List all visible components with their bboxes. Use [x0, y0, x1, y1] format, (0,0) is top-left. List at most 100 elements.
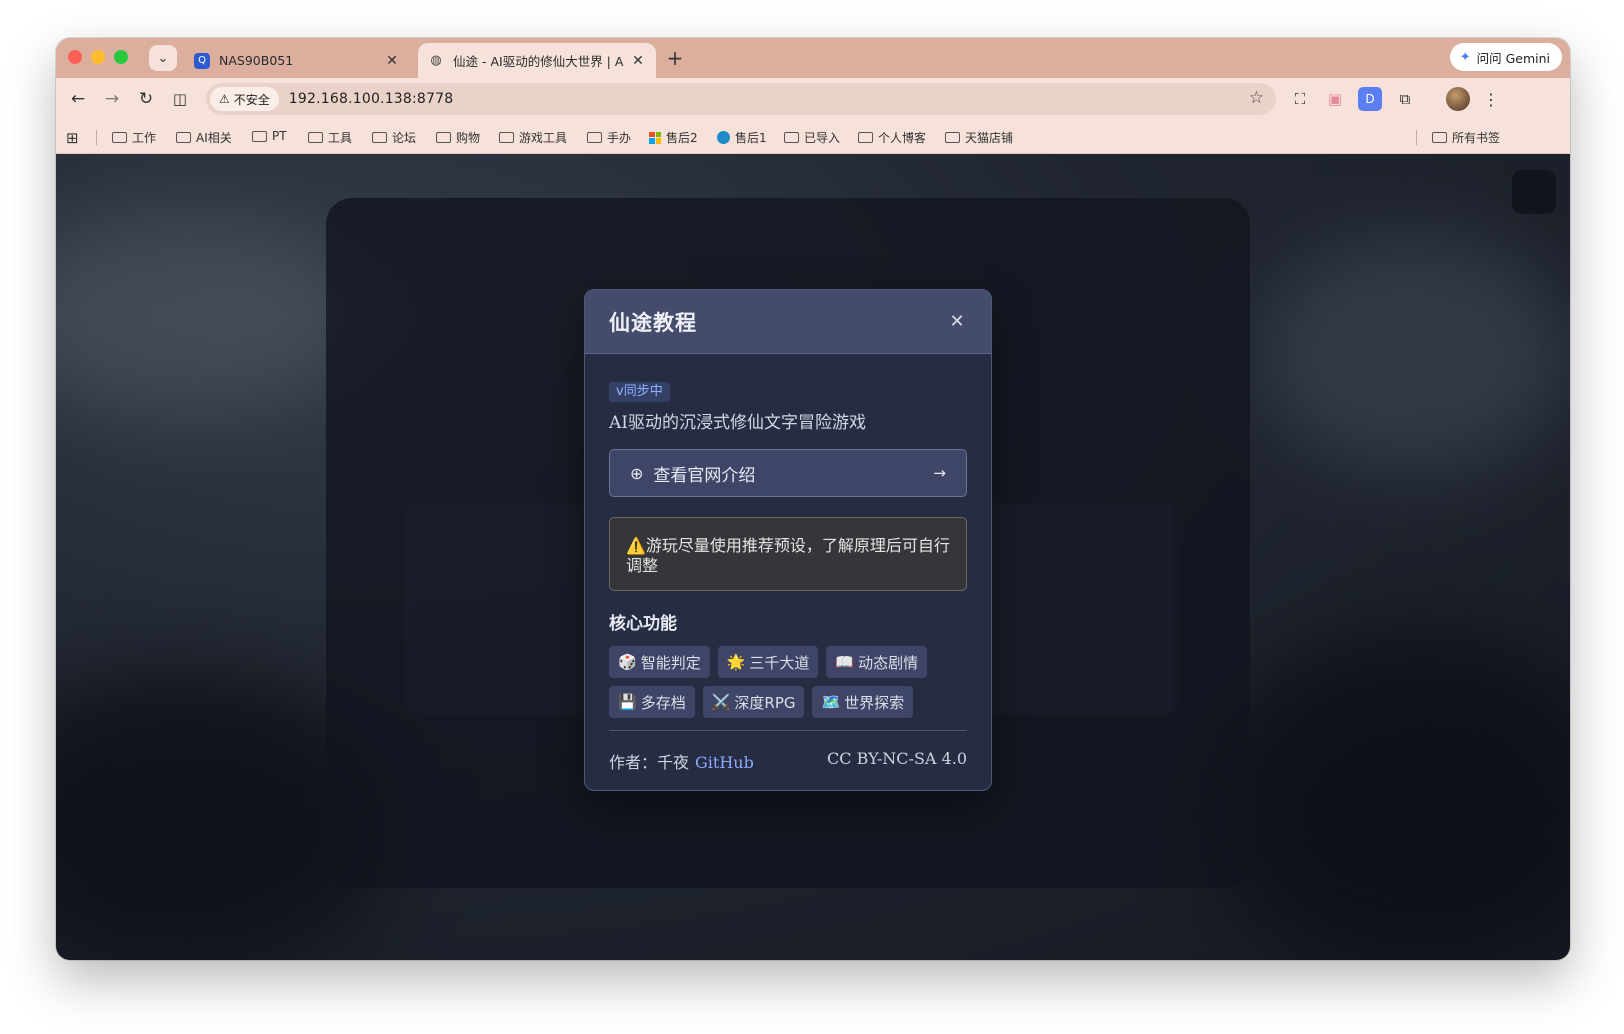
bookmark-folder-game-tools[interactable]: 游戏工具 — [499, 129, 567, 146]
gemini-label: 问问 Gemini — [1476, 50, 1550, 66]
floppy-disk-icon: 💾 — [618, 693, 637, 711]
feature-chip: 📖 动态剧情 — [826, 646, 928, 678]
bookmark-separator — [1416, 130, 1417, 145]
bookmark-label: 游戏工具 — [519, 131, 568, 145]
browser-window: ⌄ Q NAS90B051 ✕ ◍ 仙途 - AI驱动的修仙大世界 | AI ✕… — [56, 38, 1570, 960]
bookmark-label: 天猫店铺 — [965, 131, 1014, 145]
feature-chip: 🌟 三千大道 — [717, 646, 819, 678]
apps-grid-icon[interactable]: ⊞ — [66, 129, 79, 147]
core-features-title: 核心功能 — [609, 614, 677, 634]
feature-label: 三千大道 — [749, 653, 810, 672]
bilibili-extension-icon[interactable]: ▣ — [1323, 87, 1347, 111]
feature-label: 世界探索 — [844, 693, 905, 712]
feature-chips: 🎲 智能判定 🌟 三千大道 📖 动态剧情 💾 多存档 ⚔️ 深度RPG 🗺️ 世… — [609, 646, 949, 718]
bookmark-folder-ai[interactable]: AI相关 — [176, 129, 232, 146]
new-tab-plus-icon[interactable]: + — [663, 46, 687, 70]
arrow-right-icon: → — [933, 464, 946, 482]
minimize-window-button[interactable] — [91, 50, 105, 64]
modal-body: v同步中 AI驱动的沉浸式修仙文字冒险游戏 ⊕ 查看官网介绍 → ⚠️游玩尽量使… — [585, 354, 991, 718]
microsoft-icon — [649, 131, 661, 144]
site-icon — [717, 131, 730, 144]
bookmark-label: 已导入 — [804, 131, 841, 145]
bookmark-aftersale-2[interactable]: 售后2 — [649, 129, 698, 146]
bookmark-folder-blog[interactable]: 个人博客 — [858, 129, 926, 146]
blue-extension-icon[interactable]: D — [1358, 87, 1382, 111]
extensions-puzzle-icon[interactable]: ⧉ — [1393, 87, 1417, 111]
crossed-swords-icon: ⚔️ — [711, 693, 731, 711]
nas-icon: Q — [194, 52, 210, 69]
screenshot-extension-icon[interactable]: ⛶ — [1288, 87, 1312, 111]
folder-icon — [499, 132, 514, 143]
bookmark-folder-imported[interactable]: 已导入 — [784, 129, 840, 146]
tab-search-chevron-icon[interactable]: ⌄ — [149, 45, 177, 71]
folder-icon — [587, 132, 602, 143]
security-chip[interactable]: ⚠ 不安全 — [210, 87, 279, 111]
split-view-icon[interactable]: ◫ — [168, 87, 192, 111]
folder-icon — [308, 132, 323, 143]
warning-text: 游玩尽量使用推荐预设，了解原理后可自行调整 — [626, 536, 950, 575]
bookmark-label: 购物 — [456, 131, 481, 145]
gemini-button[interactable]: ✦ 问问 Gemini — [1449, 43, 1562, 71]
tab-strip: ⌄ Q NAS90B051 ✕ ◍ 仙途 - AI驱动的修仙大世界 | AI ✕… — [56, 38, 1570, 78]
profile-avatar[interactable] — [1446, 87, 1470, 111]
bookmark-label: 手办 — [607, 131, 632, 145]
close-icon[interactable]: ✕ — [630, 53, 646, 69]
bookmark-aftersale-1[interactable]: 售后1 — [717, 129, 767, 146]
folder-icon — [436, 132, 451, 143]
zoom-window-button[interactable] — [114, 50, 128, 64]
toolbar: ← → ↻ ◫ ⚠ 不安全 192.168.100.138:8778 ☆ ⛶ ▣… — [56, 78, 1570, 120]
bookmark-folder-forum[interactable]: 论坛 — [372, 129, 416, 146]
dice-icon: 🎲 — [618, 653, 637, 671]
bookmark-folder-figures[interactable]: 手办 — [587, 129, 631, 146]
feature-label: 深度RPG — [734, 693, 796, 712]
folder-icon — [858, 132, 873, 143]
bookmark-separator — [96, 130, 97, 145]
close-icon[interactable]: ✕ — [384, 53, 400, 69]
github-link[interactable]: GitHub — [695, 753, 754, 772]
book-icon: 📖 — [835, 653, 855, 671]
folder-icon — [372, 132, 387, 143]
bookmark-star-icon[interactable]: ☆ — [1249, 88, 1264, 108]
menu-kebab-icon[interactable]: ⋮ — [1479, 87, 1503, 111]
folder-icon — [784, 132, 799, 143]
site-link-label: 查看官网介绍 — [653, 465, 756, 486]
author-label: 作者：千夜 — [609, 753, 690, 772]
feature-label: 动态剧情 — [858, 653, 919, 672]
modal-header: 仙途教程 ✕ — [585, 290, 991, 354]
sparkle-icon: ✦ — [1459, 49, 1471, 65]
tab-xiantu[interactable]: ◍ 仙途 - AI驱动的修仙大世界 | AI ✕ — [418, 43, 656, 78]
bookmark-label: 工具 — [328, 131, 353, 145]
feature-chip: ⚔️ 深度RPG — [702, 686, 805, 718]
bookmark-folder-shopping[interactable]: 购物 — [436, 129, 480, 146]
bookmark-label: AI相关 — [196, 131, 232, 145]
back-arrow-icon[interactable]: ← — [66, 87, 90, 111]
folder-icon — [1432, 132, 1447, 143]
bookmarks-bar: ⊞ 工作 AI相关 PT 工具 论坛 购物 游戏工具 手办 售后2 售后1 已导… — [56, 120, 1570, 154]
reload-icon[interactable]: ↻ — [134, 87, 158, 111]
bookmark-folder-pt[interactable]: PT — [252, 129, 287, 143]
bookmark-folder-tmall[interactable]: 天猫店铺 — [945, 129, 1013, 146]
url-text[interactable]: 192.168.100.138:8778 — [289, 91, 454, 107]
page-viewport: 仙途教程 ✕ v同步中 AI驱动的沉浸式修仙文字冒险游戏 ⊕ 查看官网介绍 → … — [56, 154, 1570, 960]
forward-arrow-icon[interactable]: → — [100, 87, 124, 111]
tab-title: NAS90B051 — [219, 53, 294, 68]
feature-chip: 🎲 智能判定 — [609, 646, 710, 678]
tab-nas[interactable]: Q NAS90B051 ✕ — [184, 43, 410, 78]
bookmark-folder-tools[interactable]: 工具 — [308, 129, 352, 146]
feature-label: 多存档 — [640, 693, 686, 712]
official-site-link[interactable]: ⊕ 查看官网介绍 → — [609, 449, 967, 497]
sync-status-badge: v同步中 — [609, 382, 670, 402]
game-tagline: AI驱动的沉浸式修仙文字冒险游戏 — [609, 413, 866, 433]
map-icon: 🗺️ — [821, 693, 841, 711]
bookmark-folder-work[interactable]: 工作 — [112, 129, 156, 146]
tutorial-modal: 仙途教程 ✕ v同步中 AI驱动的沉浸式修仙文字冒险游戏 ⊕ 查看官网介绍 → … — [584, 289, 992, 791]
folder-icon — [112, 132, 127, 143]
modal-footer: 作者：千夜 GitHub CC BY-NC-SA 4.0 — [609, 730, 967, 773]
feature-label: 智能判定 — [640, 653, 701, 672]
address-bar[interactable]: ⚠ 不安全 192.168.100.138:8778 ☆ — [206, 83, 1276, 115]
feature-chip: 🗺️ 世界探索 — [812, 686, 914, 718]
close-window-button[interactable] — [68, 50, 82, 64]
all-bookmarks-folder[interactable]: 所有书签 — [1432, 129, 1500, 146]
security-label: 不安全 — [233, 92, 270, 107]
close-icon[interactable]: ✕ — [947, 311, 967, 332]
